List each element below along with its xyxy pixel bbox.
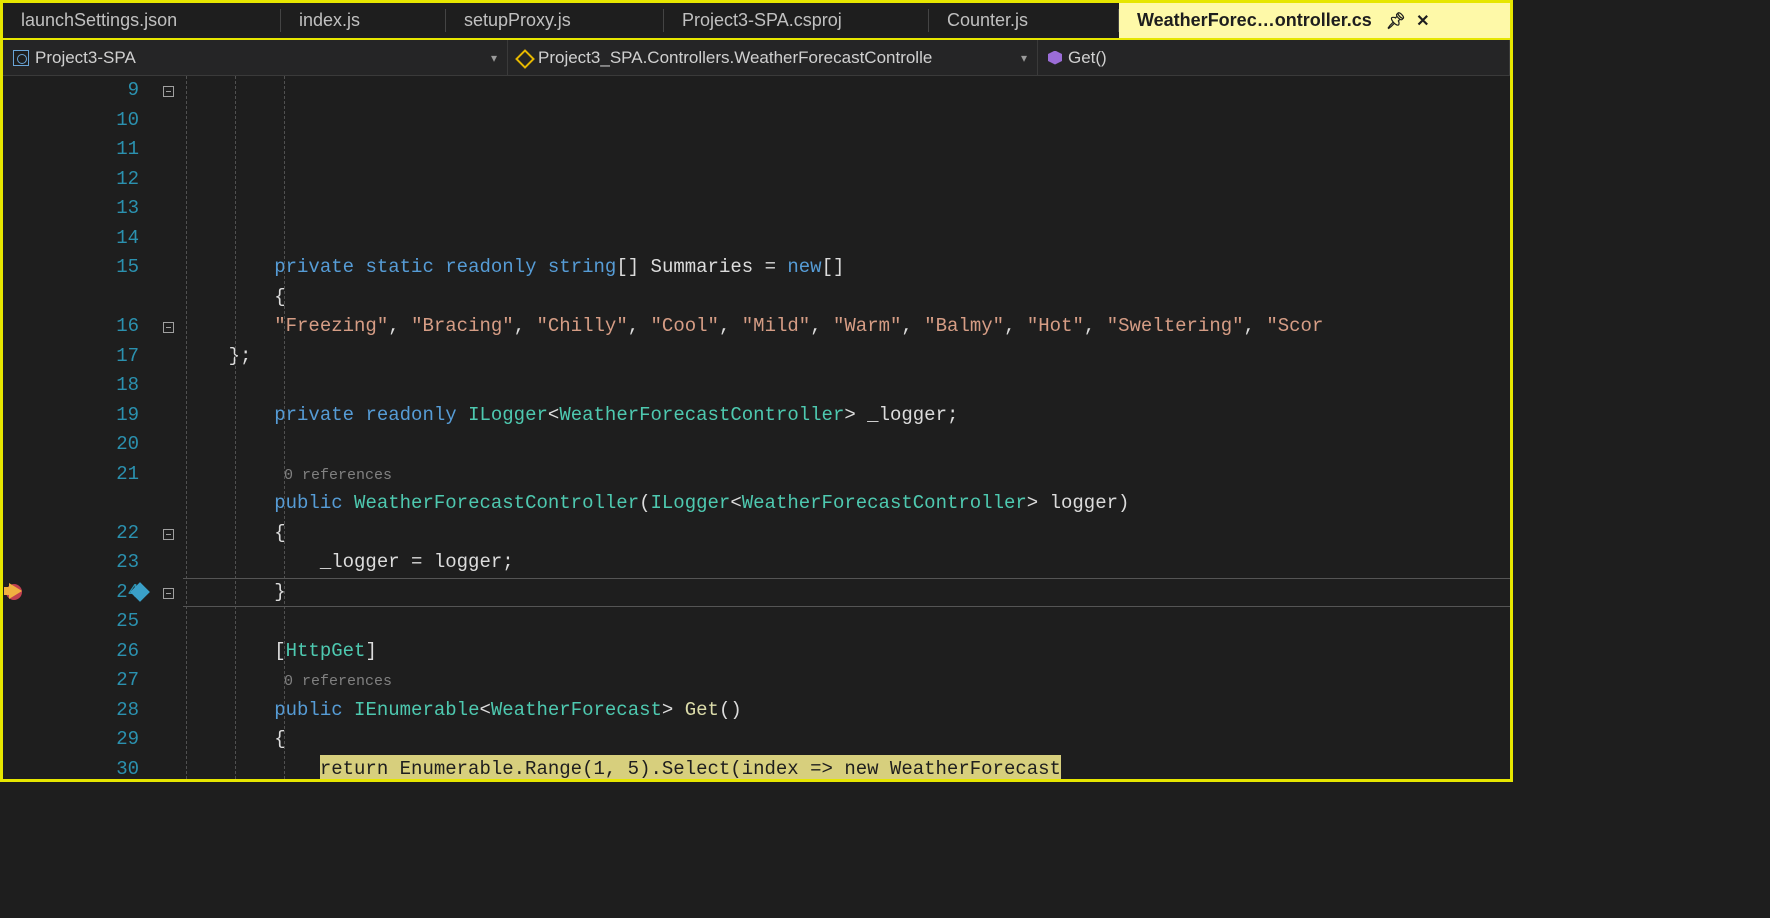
tab-label: Counter.js [947,10,1028,31]
code-line[interactable] [183,430,1510,460]
pin-icon[interactable]: 📌︎ [1386,11,1406,31]
code-line[interactable]: { [183,283,1510,313]
code-line[interactable]: { [183,519,1510,549]
codelens[interactable]: 0 references [183,460,1510,490]
line-number[interactable]: 30 [45,755,139,780]
line-number[interactable]: 24 [45,578,139,608]
nav-class-dropdown[interactable]: Project3_SPA.Controllers.WeatherForecast… [508,40,1038,75]
fold-gutter[interactable] [153,76,183,779]
code-line[interactable]: { [183,725,1510,755]
close-icon[interactable]: ✕ [1416,11,1429,31]
line-number[interactable]: 22 [45,519,139,549]
line-number-gutter[interactable]: 9101112131415 161718192021 222324252627282… [45,76,153,779]
line-number[interactable]: 20 [45,430,139,460]
fold-toggle-icon[interactable] [163,322,174,333]
chevron-down-icon: ▾ [491,51,497,65]
class-icon [515,49,535,69]
nav-member-label: Get() [1068,48,1107,68]
code-line[interactable]: private static readonly string[] Summari… [183,253,1510,283]
code-line[interactable]: private readonly ILogger<WeatherForecast… [183,401,1510,431]
line-number[interactable]: 9 [45,76,139,106]
fold-toggle-icon[interactable] [163,588,174,599]
line-number[interactable]: 25 [45,607,139,637]
line-number[interactable]: 21 [45,460,139,490]
line-number[interactable] [45,283,139,313]
line-number[interactable]: 26 [45,637,139,667]
line-number[interactable]: 17 [45,342,139,372]
line-number[interactable]: 27 [45,666,139,696]
tab-label: Project3-SPA.csproj [682,10,842,31]
nav-project-dropdown[interactable]: Project3-SPA ▾ [3,40,508,75]
line-number[interactable]: 14 [45,224,139,254]
line-number[interactable]: 12 [45,165,139,195]
code-line[interactable]: _logger = logger; [183,548,1510,578]
line-number[interactable] [45,489,139,519]
code-line[interactable]: public IEnumerable<WeatherForecast> Get(… [183,696,1510,726]
line-number[interactable]: 11 [45,135,139,165]
code-editor[interactable]: 9101112131415 161718192021 222324252627282… [3,76,1510,779]
code-line[interactable]: [HttpGet] [183,637,1510,667]
tab-csproj[interactable]: Project3-SPA.csproj [664,3,929,38]
tab-setupproxy-js[interactable]: setupProxy.js [446,3,664,38]
code-line[interactable]: return Enumerable.Range(1, 5).Select(ind… [183,755,1510,780]
code-line[interactable] [183,607,1510,637]
line-number[interactable]: 15 [45,253,139,283]
execution-pointer-icon [9,583,22,599]
tab-label: index.js [299,10,360,31]
line-number[interactable]: 29 [45,725,139,755]
tab-label: WeatherForec…ontroller.cs [1137,10,1372,31]
fold-toggle-icon[interactable] [163,529,174,540]
codelens[interactable]: 0 references [183,666,1510,696]
nav-project-label: Project3-SPA [35,48,136,68]
tab-counter-js[interactable]: Counter.js [929,3,1119,38]
code-line[interactable]: "Freezing", "Bracing", "Chilly", "Cool",… [183,312,1510,342]
csproj-icon [13,50,29,66]
tab-weatherforecastcontroller[interactable]: WeatherForec…ontroller.cs 📌︎ ✕ [1119,3,1510,38]
code-line[interactable]: public WeatherForecastController(ILogger… [183,489,1510,519]
tab-index-js[interactable]: index.js [281,3,446,38]
line-number[interactable]: 13 [45,194,139,224]
line-number[interactable]: 16 [45,312,139,342]
tab-strip: launchSettings.json index.js setupProxy.… [3,3,1510,40]
line-number[interactable]: 28 [45,696,139,726]
line-number[interactable]: 23 [45,548,139,578]
fold-toggle-icon[interactable] [163,86,174,97]
code-line[interactable]: }; [183,342,1510,372]
glyph-margin[interactable] [3,76,45,779]
tab-label: launchSettings.json [21,10,177,31]
method-icon [1048,51,1062,65]
code-line[interactable] [183,371,1510,401]
code-area[interactable]: private static readonly string[] Summari… [183,76,1510,779]
nav-member-dropdown[interactable]: Get() [1038,40,1510,75]
tab-label: setupProxy.js [464,10,571,31]
code-line[interactable]: } [183,578,1510,608]
line-number[interactable]: 18 [45,371,139,401]
nav-class-label: Project3_SPA.Controllers.WeatherForecast… [538,48,932,68]
line-number[interactable]: 10 [45,106,139,136]
navigation-bar: Project3-SPA ▾ Project3_SPA.Controllers.… [3,40,1510,76]
chevron-down-icon: ▾ [1021,51,1027,65]
line-number[interactable]: 19 [45,401,139,431]
tab-launchsettings[interactable]: launchSettings.json [3,3,281,38]
